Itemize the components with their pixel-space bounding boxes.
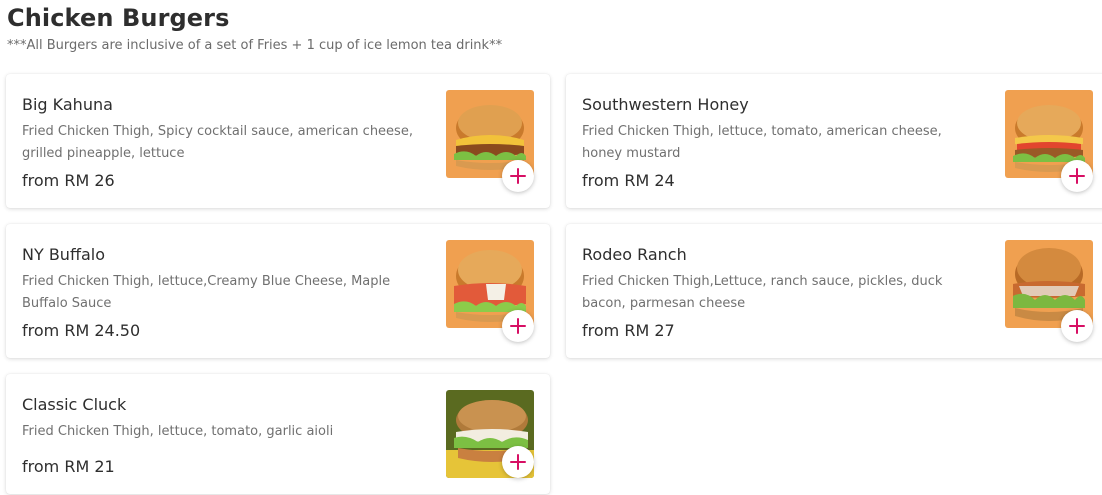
item-name: Classic Cluck bbox=[22, 395, 127, 414]
menu-item-card[interactable]: NY Buffalo Fried Chicken Thigh, lettuce,… bbox=[6, 224, 550, 358]
item-name: Big Kahuna bbox=[22, 95, 113, 114]
item-description: Fried Chicken Thigh,Lettuce, ranch sauce… bbox=[582, 274, 943, 311]
add-to-cart-button[interactable] bbox=[502, 310, 534, 342]
item-description: Fried Chicken Thigh, Spicy cocktail sauc… bbox=[22, 124, 413, 161]
menu-item-card[interactable]: Big Kahuna Fried Chicken Thigh, Spicy co… bbox=[6, 74, 550, 208]
section-title: Chicken Burgers bbox=[7, 4, 230, 32]
item-name: Southwestern Honey bbox=[582, 95, 749, 114]
item-price: from RM 24.50 bbox=[22, 321, 141, 340]
plus-icon bbox=[510, 318, 526, 334]
item-name: Rodeo Ranch bbox=[582, 245, 687, 264]
item-description: Fried Chicken Thigh, lettuce,Creamy Blue… bbox=[22, 274, 391, 311]
add-to-cart-button[interactable] bbox=[1061, 160, 1093, 192]
plus-icon bbox=[1069, 168, 1085, 184]
add-to-cart-button[interactable] bbox=[1061, 310, 1093, 342]
item-description: Fried Chicken Thigh, lettuce, tomato, ga… bbox=[22, 424, 334, 439]
section-note: ***All Burgers are inclusive of a set of… bbox=[7, 38, 503, 53]
item-price: from RM 24 bbox=[582, 171, 675, 190]
menu-item-card[interactable]: Rodeo Ranch Fried Chicken Thigh,Lettuce,… bbox=[566, 224, 1102, 358]
add-to-cart-button[interactable] bbox=[502, 160, 534, 192]
add-to-cart-button[interactable] bbox=[502, 446, 534, 478]
item-price: from RM 21 bbox=[22, 457, 115, 476]
item-price: from RM 27 bbox=[582, 321, 675, 340]
menu-item-card[interactable]: Classic Cluck Fried Chicken Thigh, lettu… bbox=[6, 374, 550, 494]
menu-item-card[interactable]: Southwestern Honey Fried Chicken Thigh, … bbox=[566, 74, 1102, 208]
plus-icon bbox=[510, 454, 526, 470]
item-price: from RM 26 bbox=[22, 171, 115, 190]
item-description: Fried Chicken Thigh, lettuce, tomato, am… bbox=[582, 124, 942, 161]
plus-icon bbox=[510, 168, 526, 184]
item-name: NY Buffalo bbox=[22, 245, 106, 264]
plus-icon bbox=[1069, 318, 1085, 334]
